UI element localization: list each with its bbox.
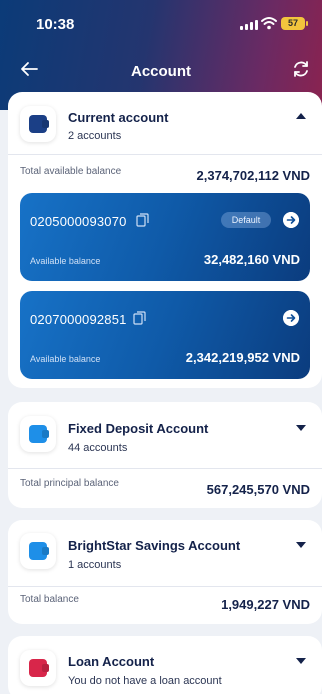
status-time: 10:38 <box>36 16 75 33</box>
fixed-deposit-title: Fixed Deposit Account <box>68 421 209 436</box>
signal-icon <box>240 20 258 30</box>
loan-account-icon <box>20 650 56 686</box>
available-balance-label: Available balance <box>30 354 101 364</box>
wallet-icon <box>29 542 47 560</box>
battery-icon: 57 <box>281 17 308 30</box>
fixed-deposit-card[interactable]: Fixed Deposit Account 44 accounts Total … <box>8 402 322 508</box>
wallet-icon <box>29 115 47 133</box>
arrow-right-icon[interactable] <box>283 212 299 228</box>
loan-account-card[interactable]: Loan Account You do not have a loan acco… <box>8 636 322 694</box>
copy-icon[interactable] <box>133 311 146 325</box>
total-principal-value: 567,245,570 VND <box>206 482 310 497</box>
current-account-title[interactable]: Current account <box>68 110 168 125</box>
total-available-value: 2,374,702,112 VND <box>196 168 310 183</box>
chevron-down-icon[interactable] <box>295 657 307 665</box>
available-balance-value: 2,342,219,952 VND <box>185 350 300 365</box>
divider <box>8 468 322 469</box>
default-badge: Default <box>221 212 271 228</box>
current-account-icon <box>20 106 56 142</box>
loan-account-status: You do not have a loan account <box>68 675 222 687</box>
available-balance-value: 32,482,160 VND <box>203 252 300 267</box>
fixed-deposit-icon <box>20 416 56 452</box>
account-number: 0207000092851 <box>30 312 127 327</box>
chevron-up-icon[interactable] <box>295 112 307 120</box>
current-account-card: Current account 2 accounts Total availab… <box>8 92 322 388</box>
nav-bar: Account <box>0 54 322 86</box>
savings-account-icon <box>20 533 56 569</box>
total-balance-value: 1,949,227 VND <box>221 597 310 612</box>
chevron-down-icon[interactable] <box>295 541 307 549</box>
savings-account-count: 1 accounts <box>68 559 122 571</box>
savings-account-card[interactable]: BrightStar Savings Account 1 accounts To… <box>8 520 322 624</box>
chevron-down-icon[interactable] <box>295 424 307 432</box>
total-available-label: Total available balance <box>20 166 122 177</box>
account-card[interactable]: 0205000093070 Default Available balance … <box>20 193 310 281</box>
page-title: Account <box>131 63 191 80</box>
divider <box>8 154 322 155</box>
savings-account-title: BrightStar Savings Account <box>68 538 241 553</box>
loan-account-title: Loan Account <box>68 654 155 669</box>
status-bar: 10:38 57 <box>0 12 322 36</box>
divider <box>8 586 322 587</box>
account-number: 0205000093070 <box>30 214 127 229</box>
wallet-icon <box>29 425 47 443</box>
available-balance-label: Available balance <box>30 256 101 266</box>
arrow-right-icon[interactable] <box>283 310 299 326</box>
total-balance-label: Total balance <box>20 594 79 605</box>
current-account-count: 2 accounts <box>68 130 122 142</box>
fixed-deposit-count: 44 accounts <box>68 442 128 454</box>
total-principal-label: Total principal balance <box>20 478 119 489</box>
copy-icon[interactable] <box>136 213 149 227</box>
refresh-icon[interactable] <box>290 58 312 80</box>
wifi-icon <box>261 17 277 30</box>
wallet-icon <box>29 659 47 677</box>
account-card[interactable]: 0207000092851 Available balance 2,342,21… <box>20 291 310 379</box>
